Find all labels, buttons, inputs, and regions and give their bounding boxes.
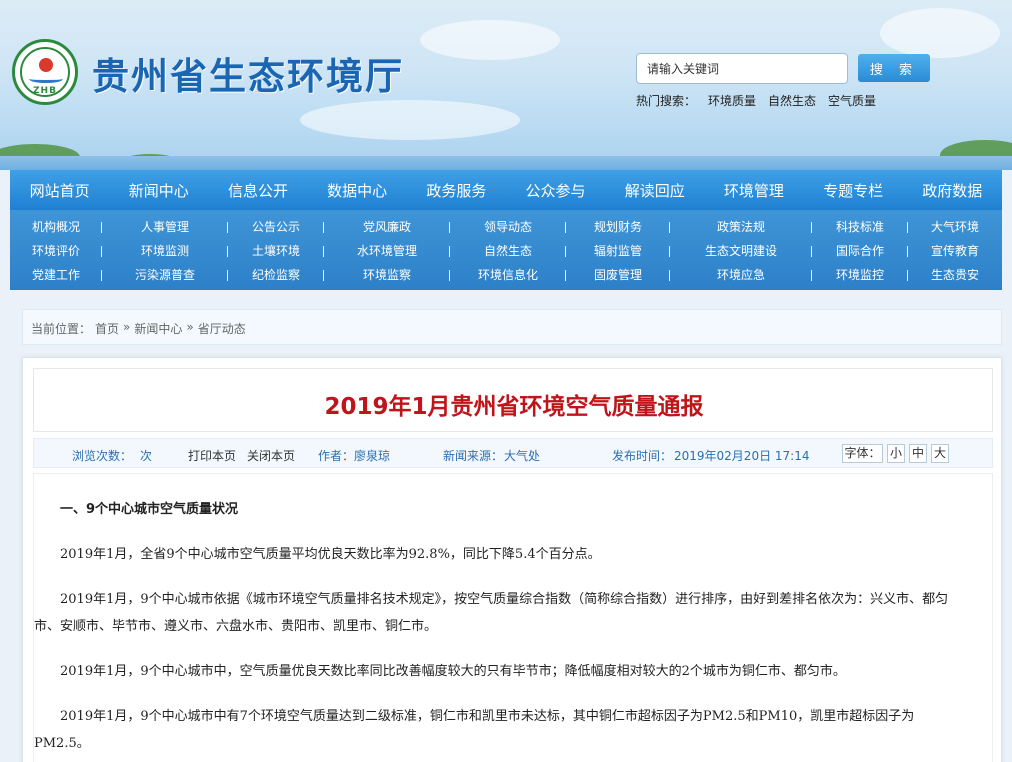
search-button[interactable]: 搜 索 xyxy=(858,54,930,82)
sub-menu-item[interactable]: 规划财务 xyxy=(566,218,670,235)
article-meta-bar: 浏览次数： 次 打印本页 关闭本页 作者： 廖泉琼 新闻来源： 大气处 发布时间… xyxy=(33,438,993,468)
sub-menu: 机构概况 人事管理 公告公示 党风廉政 领导动态 规划财务 政策法规 科技标准 … xyxy=(10,210,1002,290)
sub-menu-item[interactable]: 环境应急 xyxy=(670,266,812,283)
sub-menu-item[interactable]: 固废管理 xyxy=(566,266,670,283)
font-large-button[interactable]: 大 xyxy=(931,444,949,463)
sub-menu-item[interactable]: 宣传教育 xyxy=(908,242,1002,259)
sub-menu-item[interactable]: 生态文明建设 xyxy=(670,242,812,259)
sub-menu-item[interactable]: 水环境管理 xyxy=(324,242,450,259)
sub-menu-item[interactable]: 科技标准 xyxy=(812,218,908,235)
sub-menu-item[interactable]: 纪检监察 xyxy=(228,266,324,283)
hot-search-label: 热门搜索： xyxy=(636,94,697,108)
sub-menu-item[interactable]: 政策法规 xyxy=(670,218,812,235)
nav-item-data[interactable]: 数据中心 xyxy=(327,180,387,201)
cloud-decoration xyxy=(880,8,1000,58)
sub-menu-row: 环境评价 环境监测 土壤环境 水环境管理 自然生态 辐射监管 生态文明建设 国际… xyxy=(10,238,1002,262)
source-value: 大气处 xyxy=(504,449,541,463)
breadcrumb-link-news[interactable]: 新闻中心 xyxy=(134,320,182,336)
hot-search-term[interactable]: 自然生态 xyxy=(768,92,816,109)
nav-item-topics[interactable]: 专题专栏 xyxy=(823,180,883,201)
breadcrumb-separator: » xyxy=(186,320,194,334)
font-small-button[interactable]: 小 xyxy=(887,444,905,463)
nav-item-gov-data[interactable]: 政府数据 xyxy=(922,180,982,201)
cloud-decoration xyxy=(300,100,520,140)
emblem-abbr: ZHB xyxy=(33,86,57,96)
cloud-decoration xyxy=(420,20,560,60)
author-label: 作者： xyxy=(318,449,355,463)
nav-item-services[interactable]: 政务服务 xyxy=(426,180,486,201)
article-paragraph: 2019年1月，9个中心城市中有7个环境空气质量达到二级标准，铜仁市和凯里市未达… xyxy=(34,709,915,751)
font-size-label: 字体： xyxy=(842,444,883,463)
hot-search-term[interactable]: 空气质量 xyxy=(828,92,876,109)
views-label: 浏览次数： xyxy=(72,449,133,463)
nav-item-participation[interactable]: 公众参与 xyxy=(526,180,586,201)
sub-menu-item[interactable]: 环境监控 xyxy=(812,266,908,283)
source-label: 新闻来源： xyxy=(443,449,504,463)
sub-menu-row: 机构概况 人事管理 公告公示 党风廉政 领导动态 规划财务 政策法规 科技标准 … xyxy=(10,214,1002,238)
logo-emblem-icon[interactable]: ZHB xyxy=(12,39,78,105)
sub-menu-item[interactable]: 党风廉政 xyxy=(324,218,450,235)
breadcrumb-separator: » xyxy=(123,320,131,334)
sub-menu-item[interactable]: 机构概况 xyxy=(10,218,102,235)
breadcrumb: 当前位置： 首页 » 新闻中心 » 省厅动态 xyxy=(22,309,1002,345)
site-title[interactable]: 贵州省生态环境厅 xyxy=(92,46,404,100)
sub-menu-item[interactable]: 环境监察 xyxy=(324,266,450,283)
sub-menu-item[interactable]: 党建工作 xyxy=(10,266,102,283)
nav-item-news[interactable]: 新闻中心 xyxy=(129,180,189,201)
sub-menu-item[interactable]: 自然生态 xyxy=(450,242,566,259)
nav-item-management[interactable]: 环境管理 xyxy=(724,180,784,201)
hot-search-row: 热门搜索： 环境质量 自然生态 空气质量 xyxy=(636,92,876,109)
search-input[interactable] xyxy=(636,53,848,84)
main-nav: 网站首页 新闻中心 信息公开 数据中心 政务服务 公众参与 解读回应 环境管理 … xyxy=(10,170,1002,210)
sub-menu-item[interactable]: 土壤环境 xyxy=(228,242,324,259)
breadcrumb-link-home[interactable]: 首页 xyxy=(95,320,119,336)
site-header: ZHB 贵州省生态环境厅 搜 索 热门搜索： 环境质量 自然生态 空气质量 xyxy=(0,0,1012,170)
sub-menu-item[interactable]: 环境评价 xyxy=(10,242,102,259)
breadcrumb-link-dept-news[interactable]: 省厅动态 xyxy=(198,320,246,336)
article-title-box: 2019年1月贵州省环境空气质量通报 xyxy=(33,368,993,432)
sub-menu-item[interactable]: 环境监测 xyxy=(102,242,228,259)
sub-menu-item[interactable]: 污染源普查 xyxy=(102,266,228,283)
sub-menu-row: 党建工作 污染源普查 纪检监察 环境监察 环境信息化 固废管理 环境应急 环境监… xyxy=(10,262,1002,286)
font-medium-button[interactable]: 中 xyxy=(909,444,927,463)
views-unit: 次 xyxy=(140,449,153,463)
publish-time-value: 2019年02月20日 17:14 xyxy=(674,449,810,463)
nav-item-info[interactable]: 信息公开 xyxy=(228,180,288,201)
article-title: 2019年1月贵州省环境空气质量通报 xyxy=(324,394,704,420)
nav-item-interpretation[interactable]: 解读回应 xyxy=(625,180,685,201)
sub-menu-item[interactable]: 大气环境 xyxy=(908,218,1002,235)
article-content: 一、9个中心城市空气质量状况 2019年1月，全省9个中心城市空气质量平均优良天… xyxy=(33,473,993,762)
sub-menu-item[interactable]: 领导动态 xyxy=(450,218,566,235)
article-panel: 2019年1月贵州省环境空气质量通报 浏览次数： 次 打印本页 关闭本页 作者：… xyxy=(22,357,1002,762)
article-paragraph: 2019年1月，9个中心城市依据《城市环境空气质量排名技术规定》，按空气质量综合… xyxy=(34,592,949,634)
sub-menu-item[interactable]: 公告公示 xyxy=(228,218,324,235)
author-value: 廖泉琼 xyxy=(354,449,391,463)
sub-menu-item[interactable]: 生态贵安 xyxy=(908,266,1002,283)
nav-item-home[interactable]: 网站首页 xyxy=(30,180,90,201)
sub-menu-item[interactable]: 国际合作 xyxy=(812,242,908,259)
sub-menu-item[interactable]: 人事管理 xyxy=(102,218,228,235)
hot-search-term[interactable]: 环境质量 xyxy=(708,92,756,109)
article-paragraph: 2019年1月，9个中心城市中，空气质量优良天数比率同比改善幅度较大的只有毕节市… xyxy=(60,664,846,679)
article-paragraph: 2019年1月，全省9个中心城市空气质量平均优良天数比率为92.8%，同比下降5… xyxy=(60,547,601,562)
breadcrumb-label: 当前位置： xyxy=(31,322,92,336)
publish-time-label: 发布时间： xyxy=(612,449,673,463)
sub-menu-item[interactable]: 环境信息化 xyxy=(450,266,566,283)
sub-menu-item[interactable]: 辐射监管 xyxy=(566,242,670,259)
close-page-link[interactable]: 关闭本页 xyxy=(247,447,295,464)
section-heading: 一、9个中心城市空气质量状况 xyxy=(60,502,239,517)
print-page-link[interactable]: 打印本页 xyxy=(188,447,236,464)
water-decoration xyxy=(0,156,1012,170)
